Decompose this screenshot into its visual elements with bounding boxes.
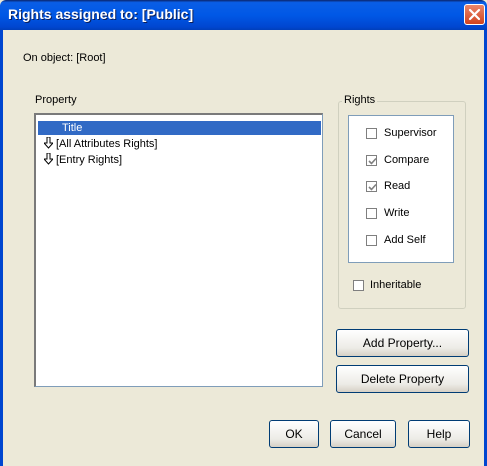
- supervisor-checkbox[interactable]: [366, 128, 377, 139]
- inheritable-checkbox[interactable]: [353, 280, 364, 291]
- property-item-title[interactable]: Title: [38, 121, 321, 135]
- title-bar: Rights assigned to: [Public]: [0, 0, 487, 30]
- window-title: Rights assigned to: [Public]: [8, 6, 194, 22]
- add-self-label: Add Self: [384, 234, 426, 246]
- write-checkbox[interactable]: [366, 208, 377, 219]
- property-listbox[interactable]: Title [All Attributes Rights] [Entry Rig…: [34, 113, 323, 387]
- write-label: Write: [384, 207, 410, 219]
- check-icon: [368, 183, 377, 191]
- delete-property-button[interactable]: Delete Property: [336, 365, 469, 393]
- compare-checkbox[interactable]: [366, 155, 377, 166]
- read-label: Read: [384, 180, 411, 192]
- ok-button[interactable]: OK: [269, 420, 319, 448]
- help-button[interactable]: Help: [408, 420, 470, 448]
- rights-label: Rights: [342, 94, 378, 106]
- supervisor-label: Supervisor: [384, 127, 437, 139]
- add-self-checkbox[interactable]: [366, 235, 377, 246]
- read-checkbox[interactable]: [366, 181, 377, 192]
- inheritable-label: Inheritable: [370, 279, 422, 291]
- cancel-button[interactable]: Cancel: [330, 420, 396, 448]
- down-arrow-icon: [44, 153, 53, 165]
- property-label: Property: [35, 94, 77, 106]
- down-arrow-icon: [44, 137, 53, 149]
- object-label: On object: [Root]: [23, 52, 106, 64]
- check-icon: [368, 157, 377, 165]
- compare-label: Compare: [384, 154, 430, 166]
- property-item-entry-rights[interactable]: [Entry Rights]: [44, 153, 284, 167]
- close-button[interactable]: [464, 4, 485, 25]
- add-property-button[interactable]: Add Property...: [336, 329, 469, 357]
- close-icon: [468, 8, 481, 21]
- window-frame-left: [0, 30, 3, 466]
- property-item-all-attributes[interactable]: [All Attributes Rights]: [44, 137, 284, 151]
